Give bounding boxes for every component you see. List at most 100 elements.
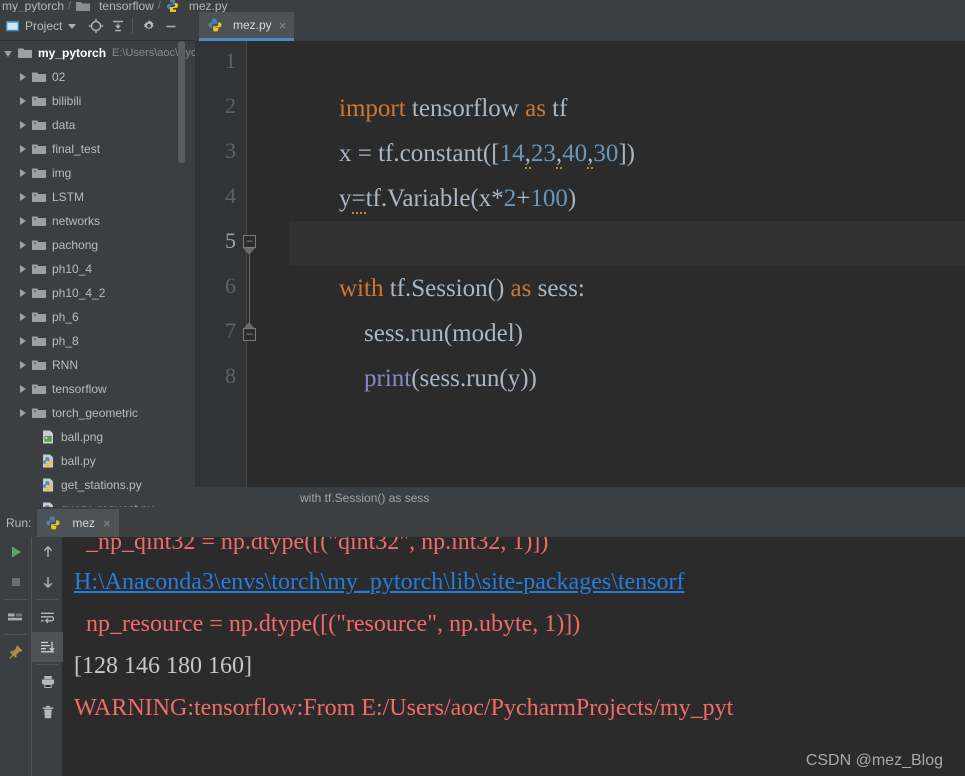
chevron-right-icon[interactable] (20, 265, 26, 273)
gear-icon[interactable] (139, 16, 159, 36)
tree-item-tensorflow[interactable]: tensorflow (0, 377, 195, 401)
tree-item-query_request-py[interactable]: query_request.py (0, 497, 195, 507)
tree-item-label: img (52, 166, 72, 180)
run-tab-label: mez (72, 516, 96, 530)
code-line-5[interactable]: with tf.Session() as sess: (289, 221, 965, 302)
run-console-panel: _np_qint32 = np.dtype([("qint32", np.int… (0, 537, 965, 776)
chevron-right-icon[interactable] (20, 409, 26, 417)
soft-wrap-button[interactable] (32, 602, 63, 632)
locate-target-icon[interactable] (86, 16, 106, 36)
tree-item-bilibili[interactable]: bilibili (0, 89, 195, 113)
folder-icon (32, 192, 46, 202)
trash-icon (42, 705, 53, 719)
code-line-1[interactable]: import tensorflow as tf (289, 41, 965, 122)
chevron-right-icon[interactable] (20, 313, 26, 321)
tree-item-02[interactable]: 02 (0, 65, 195, 89)
toolbar-divider (36, 664, 58, 665)
code-lines[interactable]: import tensorflow as tf x = tf.constant(… (289, 41, 965, 487)
code-line-4[interactable]: model=tf.global_variables_initializer() (289, 176, 965, 259)
code-editor[interactable]: 1 2 3 4 5 6 7 8 – – import tensorflow as… (195, 41, 965, 487)
editor-gutter[interactable]: 1 2 3 4 5 6 7 8 (195, 41, 247, 487)
console-line-link[interactable]: H:\Anaconda3\envs\torch\my_pytorch\lib\s… (74, 561, 965, 603)
chevron-right-icon[interactable] (20, 241, 26, 249)
print-button[interactable] (32, 667, 63, 697)
editor-fold-column[interactable]: – – (243, 41, 289, 487)
run-tab-mez[interactable]: mez × (37, 509, 119, 537)
stop-button[interactable] (0, 567, 31, 597)
code-line-7[interactable]: print(sess.run(y)) (289, 311, 965, 392)
fold-end-icon[interactable]: – (243, 328, 256, 341)
chevron-right-icon[interactable] (20, 289, 26, 297)
tree-item-ph10_4_2[interactable]: ph10_4_2 (0, 281, 195, 305)
breadcrumb-item-project[interactable]: my_pytorch (2, 0, 64, 12)
tree-item-ball-png[interactable]: ball.png (0, 425, 195, 449)
breadcrumb-item-file[interactable]: mez.py (165, 0, 228, 12)
tree-item-label: bilibili (52, 94, 82, 108)
tab-label: mez.py (233, 18, 272, 32)
printer-icon (41, 676, 54, 688)
pycharm-window: my_pytorch / tensorflow / mez.py Project (0, 0, 965, 776)
close-icon[interactable]: × (103, 517, 111, 530)
line-number: 5 (225, 228, 236, 253)
console-line: _np_qint32 = np.dtype([("qint32", np.int… (74, 537, 549, 555)
chevron-right-icon[interactable] (20, 169, 26, 177)
line-number: 2 (225, 93, 236, 118)
folder-icon (32, 336, 46, 346)
tree-item-label: get_stations.py (61, 478, 142, 492)
tree-item-img[interactable]: img (0, 161, 195, 185)
chevron-down-icon[interactable] (4, 51, 12, 57)
code-line-8[interactable] (289, 356, 965, 401)
project-tree-scrollbar[interactable] (178, 41, 185, 163)
chevron-right-icon[interactable] (20, 73, 26, 81)
code-line-6[interactable]: sess.run(model) (289, 266, 965, 347)
tree-item-data[interactable]: data (0, 113, 195, 137)
line-number: 3 (225, 138, 236, 163)
prev-occurrence-button[interactable] (32, 537, 63, 567)
chevron-right-icon[interactable] (20, 361, 26, 369)
code-line-3[interactable]: y=tf.Variable(x*2+100) (289, 131, 965, 214)
collapse-all-icon[interactable] (108, 16, 128, 36)
tree-item-LSTM[interactable]: LSTM (0, 185, 195, 209)
chevron-right-icon[interactable] (20, 217, 26, 225)
tree-item-ball-py[interactable]: ball.py (0, 449, 195, 473)
fold-collapse-icon[interactable]: – (243, 235, 256, 248)
next-occurrence-button[interactable] (32, 567, 63, 597)
clear-all-button[interactable] (32, 697, 63, 727)
tree-item-label: my_pytorch (38, 46, 107, 60)
tree-item-root[interactable]: my_pytorch E:\Users\aoc\Pyc (0, 41, 195, 65)
breadcrumb-item-folder[interactable]: tensorflow (75, 0, 154, 12)
chevron-right-icon[interactable] (20, 145, 26, 153)
code-line-2[interactable]: x = tf.constant([14,23,40,30]) (289, 86, 965, 169)
minimize-icon[interactable] (161, 16, 181, 36)
project-tree[interactable]: my_pytorch E:\Users\aoc\Pyc 02 bilibili … (0, 41, 195, 507)
restore-layout-button[interactable] (0, 602, 31, 632)
chevron-right-icon[interactable] (20, 121, 26, 129)
tree-item-torch_geometric[interactable]: torch_geometric (0, 401, 195, 425)
console-line-result: [128 146 180 160] (74, 653, 252, 679)
tree-item-ph_6[interactable]: ph_6 (0, 305, 195, 329)
tree-item-label: tensorflow (52, 382, 107, 396)
breadcrumb: my_pytorch / tensorflow / mez.py (0, 0, 965, 12)
close-icon[interactable]: × (279, 19, 287, 32)
folder-icon (32, 168, 46, 178)
soft-wrap-icon (41, 612, 55, 624)
chevron-right-icon[interactable] (20, 97, 26, 105)
tree-item-RNN[interactable]: RNN (0, 353, 195, 377)
pin-tab-button[interactable] (0, 637, 31, 667)
tree-item-ph10_4[interactable]: ph10_4 (0, 257, 195, 281)
rerun-button[interactable] (0, 537, 31, 567)
tab-mez-py[interactable]: mez.py × (199, 12, 295, 41)
tree-item-get_stations-py[interactable]: get_stations.py (0, 473, 195, 497)
chevron-right-icon[interactable] (20, 337, 26, 345)
tree-item-pachong[interactable]: pachong (0, 233, 195, 257)
chevron-down-icon[interactable] (68, 23, 77, 29)
arrow-up-icon (43, 545, 52, 557)
tree-item-final_test[interactable]: final_test (0, 137, 195, 161)
chevron-right-icon[interactable] (20, 193, 26, 201)
console-output[interactable]: _np_qint32 = np.dtype([("qint32", np.int… (62, 537, 965, 776)
editor-breadcrumb-label: with tf.Session() as sess (300, 491, 430, 505)
tree-item-ph_8[interactable]: ph_8 (0, 329, 195, 353)
chevron-right-icon[interactable] (20, 385, 26, 393)
tree-item-networks[interactable]: networks (0, 209, 195, 233)
scroll-to-end-button[interactable] (32, 632, 63, 662)
